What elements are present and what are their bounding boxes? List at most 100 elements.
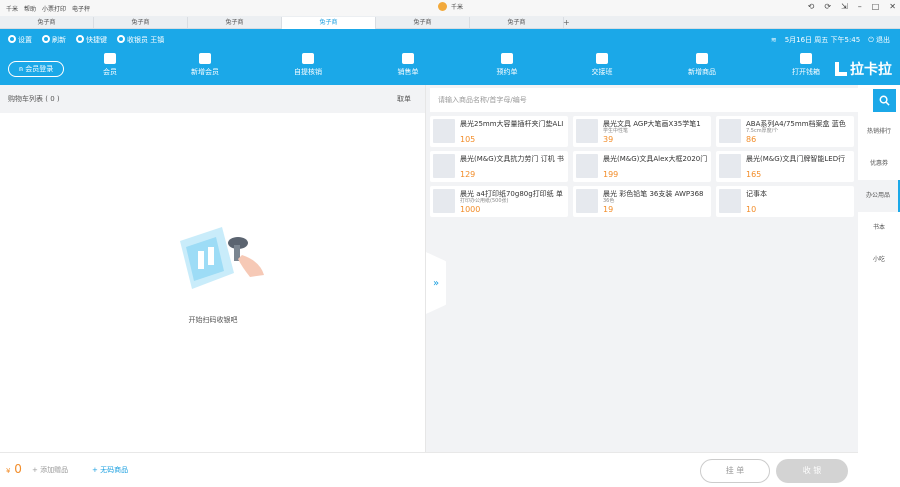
- currency-symbol: ¥: [6, 467, 11, 475]
- shortcuts-button[interactable]: 快捷键: [76, 35, 107, 45]
- wifi-icon: ≋: [770, 36, 777, 44]
- scan-illustration-icon: [180, 227, 264, 289]
- member-login-label: 会员登录: [25, 65, 54, 73]
- menu-app[interactable]: 千米: [6, 4, 18, 13]
- category-snacks[interactable]: 小吃: [858, 244, 900, 276]
- cart-title: 购物车列表: [8, 95, 43, 103]
- app-title-area: 千米: [438, 2, 463, 11]
- nav-add-product[interactable]: 新增商品: [662, 53, 742, 77]
- category-office-active[interactable]: 办公用品: [858, 180, 900, 212]
- refresh-label: 刷新: [52, 36, 66, 44]
- search-button[interactable]: [873, 89, 896, 112]
- tab-4-active[interactable]: 兔子商: [282, 17, 376, 29]
- product-price: 10: [746, 205, 757, 214]
- nav-pickup-label: 自提核销: [294, 68, 322, 76]
- power-icon: ⏻: [868, 36, 874, 44]
- settings-button[interactable]: 设置: [8, 35, 32, 45]
- nav-cash-drawer-label: 打开钱箱: [792, 68, 820, 76]
- collapse-toggle[interactable]: »: [426, 252, 446, 314]
- double-chevron-right-icon: »: [432, 277, 440, 289]
- refresh-button[interactable]: 刷新: [42, 35, 66, 45]
- tab-6[interactable]: 兔子商: [470, 17, 564, 29]
- maximize-icon[interactable]: □: [872, 2, 880, 11]
- brand-logo: 拉卡拉: [835, 59, 892, 79]
- product-card[interactable]: 晨光(M&G)文具门牌智能LED行 165: [716, 151, 854, 182]
- category-coupons[interactable]: 优惠券: [858, 148, 900, 180]
- menu-receipt-print[interactable]: 小票打印: [42, 4, 66, 13]
- tab-5[interactable]: 兔子商: [376, 17, 470, 29]
- product-price: 199: [603, 170, 619, 179]
- brand-mark-icon: [835, 62, 847, 76]
- nav-member-label: 会员: [103, 68, 117, 76]
- nav-shift[interactable]: 交接班: [562, 53, 642, 77]
- search-input[interactable]: 请输入商品名称/首字母/编号: [430, 88, 870, 112]
- product-price: 1000: [460, 205, 481, 214]
- tab-2[interactable]: 兔子商: [94, 17, 188, 29]
- nav-add-member[interactable]: 新增会员: [165, 53, 245, 77]
- product-price: 39: [603, 135, 614, 144]
- no-code-product-button[interactable]: + 无码商品: [92, 465, 128, 475]
- user-icon: [117, 35, 125, 43]
- logout-label: 退出: [876, 36, 890, 44]
- product-thumbnail: [433, 189, 455, 213]
- cart-empty-text: 开始扫码收银吧: [188, 316, 238, 324]
- nav-pickup[interactable]: 自提核销: [268, 53, 348, 77]
- settings-label: 设置: [18, 36, 32, 44]
- reload-icon[interactable]: ⟳: [824, 2, 831, 11]
- add-member-icon: [199, 53, 211, 64]
- retrieve-order-button[interactable]: 取单: [397, 94, 411, 104]
- category-books[interactable]: 书本: [858, 212, 900, 244]
- add-tab-icon[interactable]: +: [563, 17, 570, 29]
- nav-reservation[interactable]: 预约单: [467, 53, 547, 77]
- nav-cash-drawer[interactable]: 打开钱箱: [766, 53, 846, 77]
- product-card[interactable]: 晨光 a4打印纸70g80g打印纸 单打印办公用纸(500张) 1000: [430, 186, 568, 217]
- title-menus: 千米 帮助 小票打印 电子秤: [0, 4, 90, 13]
- close-icon[interactable]: ✕: [889, 2, 896, 11]
- sales-order-icon: [402, 53, 414, 64]
- menu-scale[interactable]: 电子秤: [72, 4, 90, 13]
- product-price: 105: [460, 135, 476, 144]
- product-card[interactable]: 晨光文具 AGP大笔画X35学笔1 学生中性笔 39: [573, 116, 711, 147]
- add-gift-button[interactable]: + 添加赠品: [32, 465, 68, 475]
- product-thumbnail: [576, 154, 598, 178]
- cart-pane: 购物车列表 ( 0 ) 取单 开始扫码收银吧: [0, 85, 426, 452]
- hold-order-button[interactable]: 挂 单: [700, 459, 770, 483]
- nav-member[interactable]: 会员: [70, 53, 150, 77]
- gear-icon: [8, 35, 16, 43]
- product-name: 晨光(M&G)文具抗力劳门 订机 书: [460, 155, 564, 163]
- shift-icon: [596, 53, 608, 64]
- back-icon[interactable]: ⟲: [808, 2, 815, 11]
- product-card[interactable]: 晨光25mm大容量插杆夹门垫ALI 105: [430, 116, 568, 147]
- product-sub: 36色: [603, 198, 615, 204]
- member-login-button[interactable]: ⍝ 会员登录: [8, 61, 64, 77]
- nav-reservation-label: 预约单: [496, 68, 518, 76]
- product-sub: 学生中性笔: [603, 128, 629, 134]
- product-card[interactable]: 晨光(M&G)文具Alex大框2020门 199: [573, 151, 711, 182]
- logout-button[interactable]: ⏻ 退出: [868, 35, 890, 45]
- checkout-button[interactable]: 收 银: [776, 459, 848, 483]
- tab-3[interactable]: 兔子商: [188, 17, 282, 29]
- crown-icon: [104, 53, 116, 64]
- product-thumbnail: [719, 119, 741, 143]
- pickup-icon: [302, 53, 314, 64]
- minimize-icon[interactable]: –: [858, 2, 862, 11]
- product-card[interactable]: ABA系列A4/75mm档案盒 蓝色 7.5cm厚度/个 86: [716, 116, 854, 147]
- menu-help[interactable]: 帮助: [24, 4, 36, 13]
- product-card[interactable]: 晨光(M&G)文具抗力劳门 订机 书 129: [430, 151, 568, 182]
- bottom-bar: ¥ 0 + 添加赠品 + 无码商品 挂 单 收 银: [0, 452, 858, 487]
- popout-icon[interactable]: ⇲: [841, 2, 848, 11]
- nav-shift-label: 交接班: [591, 68, 613, 76]
- product-thumbnail: [433, 154, 455, 178]
- product-card[interactable]: 记事本 10: [716, 186, 854, 217]
- top-bar: 设置 刷新 快捷键 收银员 王镇 ≋ 5月16日 周五 下午5:45 ⏻ 退出 …: [0, 29, 900, 85]
- product-card[interactable]: 晨光 彩色铅笔 36支装 AWP368 36色 19: [573, 186, 711, 217]
- search-icon: [879, 95, 890, 106]
- category-sidebar: 热销排行 优惠券 办公用品 书本 小吃: [858, 116, 900, 487]
- nav-sales-order[interactable]: 销售单: [368, 53, 448, 77]
- tab-bar: 兔子商 兔子商 兔子商 兔子商 兔子商 兔子商 +: [0, 16, 900, 29]
- brand-name: 拉卡拉: [850, 62, 892, 78]
- tab-1[interactable]: 兔子商: [0, 17, 94, 29]
- category-hot[interactable]: 热销排行: [858, 116, 900, 148]
- product-search: 请输入商品名称/首字母/编号: [430, 88, 870, 112]
- product-sub: 打印办公用纸(500张): [460, 198, 509, 204]
